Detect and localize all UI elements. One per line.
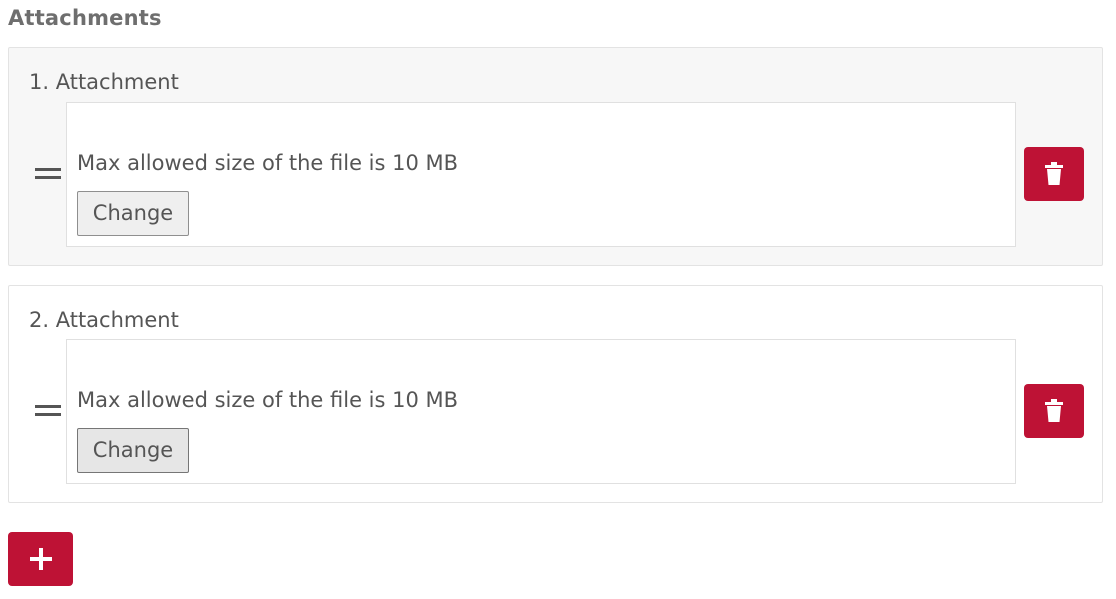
add-attachment-button[interactable] [8, 532, 73, 586]
delete-attachment-button[interactable] [1024, 384, 1084, 438]
file-size-hint: Max allowed size of the file is 10 MB [77, 388, 459, 412]
drag-handle-bar-bottom [35, 413, 61, 416]
trash-icon [1045, 399, 1063, 422]
drag-handle-bar-bottom [35, 176, 61, 179]
drag-handle-bar-top [35, 405, 61, 408]
drag-handle-icon[interactable] [35, 405, 61, 417]
attachments-page: Attachments 1. Attachment Max allowed si… [0, 0, 1116, 599]
delete-attachment-button[interactable] [1024, 147, 1084, 201]
file-size-hint: Max allowed size of the file is 10 MB [77, 151, 459, 175]
file-upload-box: Max allowed size of the file is 10 MB Ch… [66, 102, 1016, 247]
change-file-button[interactable]: Change [77, 191, 189, 236]
file-upload-box: Max allowed size of the file is 10 MB Ch… [66, 339, 1016, 484]
attachment-label: 1. Attachment [29, 70, 179, 94]
attachment-label: 2. Attachment [29, 308, 179, 332]
attachment-item-2: 2. Attachment Max allowed size of the fi… [8, 285, 1103, 503]
plus-icon [30, 548, 52, 570]
drag-handle-icon[interactable] [35, 168, 61, 180]
section-title: Attachments [8, 6, 162, 30]
trash-icon [1045, 162, 1063, 185]
change-file-button[interactable]: Change [77, 428, 189, 473]
attachment-item-1: 1. Attachment Max allowed size of the fi… [8, 47, 1103, 266]
drag-handle-bar-top [35, 168, 61, 171]
